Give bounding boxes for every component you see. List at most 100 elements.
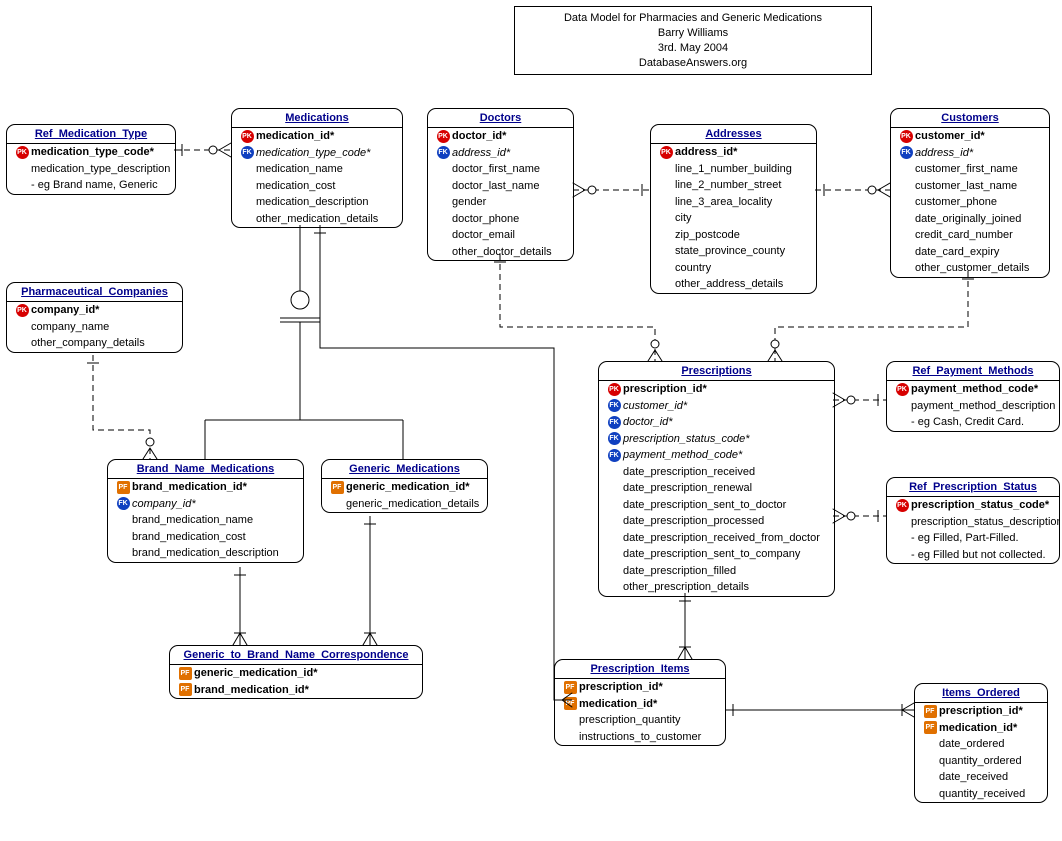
entity-attribute: date_prescription_processed [599,513,834,530]
entity-attribute: medication_type_description [7,161,175,178]
entity-attribute: PFgeneric_medication_id* [170,665,422,682]
attribute-text: medication_type_description [31,161,170,178]
entity-rows: PFprescription_id*PFmedication_id*date_o… [915,703,1047,802]
pk-icon: PK [900,130,913,143]
title-line4: DatabaseAnswers.org [523,56,863,71]
attribute-text: doctor_id* [452,128,506,145]
attribute-text: date_prescription_sent_to_doctor [623,497,786,514]
attribute-text: prescription_status_description [911,514,1060,531]
diagram-title-box: Data Model for Pharmacies and Generic Me… [514,6,872,75]
entity-prescription-items: Prescription_Items PFprescription_id*PFm… [554,659,726,746]
entity-attribute: date_ordered [915,736,1047,753]
entity-attribute: PFgeneric_medication_id* [322,479,487,496]
entity-rows: PFgeneric_medication_id*PFbrand_medicati… [170,665,422,698]
entity-attribute: FKpayment_method_code* [599,447,834,464]
fk-icon: FK [241,146,254,159]
entity-title: Pharmaceutical_Companies [7,283,182,302]
attribute-text: date_prescription_renewal [623,480,752,497]
pk-icon: PK [241,130,254,143]
attribute-text: company_name [31,319,109,336]
entity-generic-to-brand: Generic_to_Brand_Name_Correspondence PFg… [169,645,423,699]
pk-icon: PK [16,146,29,159]
entity-attribute: date_prescription_renewal [599,480,834,497]
entity-attribute: date_originally_joined [891,211,1049,228]
entity-attribute: FKprescription_status_code* [599,431,834,448]
attribute-text: other_address_details [675,276,783,293]
entity-attribute: line_2_number_street [651,177,816,194]
entity-attribute: payment_method_description [887,398,1059,415]
attribute-text: brand_medication_id* [132,479,247,496]
attribute-text: brand_medication_id* [194,682,309,699]
entity-attribute: company_name [7,319,182,336]
entity-attribute: FKaddress_id* [428,145,573,162]
pk-icon: PK [896,499,909,512]
entity-attribute: FKmedication_type_code* [232,145,402,162]
pk-icon: PK [437,130,450,143]
attribute-text: - eg Filled but not collected. [911,547,1046,564]
pf-icon: PF [564,681,577,694]
attribute-text: date_ordered [939,736,1004,753]
entity-attribute: brand_medication_description [108,545,303,562]
entity-rows: PFgeneric_medication_id*generic_medicati… [322,479,487,512]
entity-attribute: other_address_details [651,276,816,293]
entity-medications: Medications PKmedication_id*FKmedication… [231,108,403,228]
entity-attribute: other_doctor_details [428,244,573,261]
entity-attribute: customer_first_name [891,161,1049,178]
entity-rows: PKcompany_id*company_nameother_company_d… [7,302,182,352]
attribute-text: city [675,210,692,227]
attribute-text: other_medication_details [256,211,378,228]
attribute-text: line_1_number_building [675,161,792,178]
pf-icon: PF [564,697,577,710]
entity-attribute: doctor_email [428,227,573,244]
attribute-text: zip_postcode [675,227,740,244]
entity-attribute: date_prescription_filled [599,563,834,580]
entity-rows: PKaddress_id*line_1_number_buildingline_… [651,144,816,293]
entity-attribute: brand_medication_name [108,512,303,529]
entity-addresses: Addresses PKaddress_id*line_1_number_bui… [650,124,817,294]
entity-rows: PKmedication_type_code*medication_type_d… [7,144,175,194]
entity-attribute: generic_medication_details [322,496,487,513]
attribute-text: company_id* [132,496,196,513]
attribute-text: doctor_last_name [452,178,539,195]
attribute-text: generic_medication_id* [346,479,470,496]
entity-attribute: medication_cost [232,178,402,195]
entity-attribute: other_company_details [7,335,182,352]
entity-attribute: FKdoctor_id* [599,414,834,431]
attribute-text: address_id* [915,145,973,162]
attribute-text: country [675,260,711,277]
entity-attribute: credit_card_number [891,227,1049,244]
pk-icon: PK [660,146,673,159]
entity-attribute: line_3_area_locality [651,194,816,211]
attribute-text: medication_type_code* [31,144,154,161]
attribute-text: doctor_phone [452,211,519,228]
entity-doctors: Doctors PKdoctor_id*FKaddress_id*doctor_… [427,108,574,261]
entity-attribute: other_prescription_details [599,579,834,596]
attribute-text: prescription_id* [623,381,707,398]
entity-title: Customers [891,109,1049,128]
pf-icon: PF [924,721,937,734]
entity-attribute: date_prescription_received_from_doctor [599,530,834,547]
entity-rows: PKcustomer_id*FKaddress_id*customer_firs… [891,128,1049,277]
entity-attribute: doctor_phone [428,211,573,228]
entity-attribute: customer_phone [891,194,1049,211]
entity-attribute: PFbrand_medication_id* [170,682,422,699]
entity-attribute: quantity_ordered [915,753,1047,770]
attribute-text: other_doctor_details [452,244,552,261]
attribute-text: instructions_to_customer [579,729,701,746]
entity-attribute: PKaddress_id* [651,144,816,161]
entity-attribute: prescription_status_description [887,514,1059,531]
attribute-text: prescription_id* [579,679,663,696]
attribute-text: customer_id* [623,398,687,415]
entity-pharmaceutical-companies: Pharmaceutical_Companies PKcompany_id*co… [6,282,183,353]
attribute-text: date_received [939,769,1008,786]
attribute-text: customer_phone [915,194,997,211]
entity-attribute: doctor_last_name [428,178,573,195]
attribute-text: quantity_received [939,786,1025,803]
attribute-text: address_id* [452,145,510,162]
attribute-text: generic_medication_id* [194,665,318,682]
entity-attribute: FKaddress_id* [891,145,1049,162]
entity-attribute: city [651,210,816,227]
entity-attribute: other_medication_details [232,211,402,228]
entity-attribute: line_1_number_building [651,161,816,178]
entity-rows: PFprescription_id*PFmedication_id*prescr… [555,679,725,745]
